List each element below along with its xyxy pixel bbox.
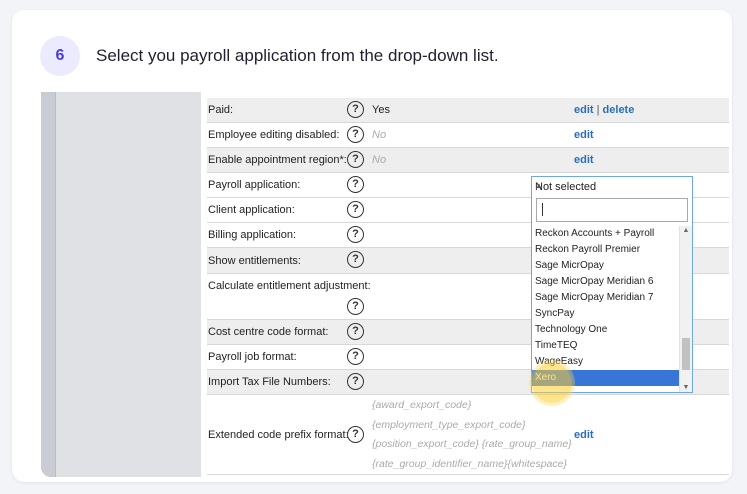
dropdown-option[interactable]: Sage MicrOpay Meridian 7 <box>532 290 679 306</box>
question-circle-icon[interactable]: ? <box>347 151 364 168</box>
question-circle-icon[interactable]: ? <box>347 373 364 390</box>
row-label: Import Tax File Numbers: <box>208 376 331 388</box>
scrollbar-thumb[interactable] <box>682 338 690 370</box>
app-sidebar <box>41 92 201 477</box>
edit-link[interactable]: edit <box>574 154 594 166</box>
row-label: Client application: <box>208 204 295 216</box>
scroll-up-arrow-icon[interactable]: ▲ <box>680 227 692 234</box>
row-label: Enable appointment region*: <box>208 154 347 166</box>
action-separator: | <box>596 104 600 116</box>
click-indicator <box>532 363 572 403</box>
dropdown-option[interactable]: Technology One <box>532 322 679 338</box>
row-label: Cost centre code format: <box>208 326 329 338</box>
prefix-format-item: {rate_group_identifier_name}{whitespace} <box>372 457 567 470</box>
payroll-application-select[interactable]: Not selected ▲ <box>531 176 693 197</box>
question-circle-icon[interactable]: ? <box>347 426 364 443</box>
prefix-format-item: {award_export_code} <box>372 399 472 411</box>
edit-link[interactable]: edit <box>574 129 594 141</box>
dropdown-option[interactable]: Reckon Accounts + Payroll <box>532 226 679 242</box>
caret-up-icon: ▲ <box>535 181 543 190</box>
dropdown-option[interactable]: TimeTEQ <box>532 338 679 354</box>
scroll-down-arrow-icon[interactable]: ▼ <box>680 384 692 391</box>
row-label: Calculate entitlement adjustment: <box>208 280 371 292</box>
question-circle-icon[interactable]: ? <box>347 323 364 340</box>
settings-row-employee-editing: Employee editing disabled: ? No edit <box>207 123 729 148</box>
row-actions: edit <box>574 429 594 441</box>
dropdown-scrollbar[interactable]: ▲ ▼ <box>679 226 692 392</box>
row-label: Employee editing disabled: <box>208 129 340 141</box>
row-label: Show entitlements: <box>208 255 301 267</box>
row-label: Billing application: <box>208 229 297 241</box>
question-circle-icon[interactable]: ? <box>347 176 364 193</box>
prefix-format-list: {award_export_code} {employment_type_exp… <box>372 399 572 477</box>
step-number-badge: 6 <box>40 36 80 76</box>
section-heading-clipped <box>207 92 407 94</box>
row-label: Extended code prefix format: <box>208 429 349 441</box>
row-actions: edit <box>574 129 594 141</box>
step-card: 6 Select you payroll application from th… <box>12 10 732 482</box>
edit-link[interactable]: edit <box>574 429 594 441</box>
dropdown-option[interactable]: Sage MicrOpay <box>532 258 679 274</box>
question-circle-icon[interactable]: ? <box>347 348 364 365</box>
row-value: No <box>372 154 387 166</box>
edit-link[interactable]: edit <box>574 104 594 116</box>
settings-table: Paid: ? Yes edit | delete Employee editi… <box>201 92 729 477</box>
screenshot-panel: Paid: ? Yes edit | delete Employee editi… <box>41 92 729 477</box>
row-label: Payroll application: <box>208 179 301 191</box>
sidebar-rail <box>41 92 56 477</box>
text-caret <box>542 203 543 216</box>
delete-link[interactable]: delete <box>603 104 635 116</box>
settings-row-extended-prefix: Extended code prefix format: ? {award_ex… <box>207 395 729 475</box>
row-label: Payroll job format: <box>208 351 297 363</box>
settings-row-appointment-region: Enable appointment region*: ? No edit <box>207 148 729 173</box>
row-actions: edit | delete <box>574 104 634 116</box>
settings-row-paid: Paid: ? Yes edit | delete <box>207 98 729 123</box>
prefix-format-item: {employment_type_export_code} <box>372 418 526 431</box>
dropdown-search-input[interactable] <box>536 198 688 222</box>
dropdown-option[interactable]: Reckon Payroll Premier <box>532 242 679 258</box>
prefix-format-item: {position_export_code} {rate_group_name} <box>372 438 572 450</box>
row-value: Yes <box>372 104 390 116</box>
row-label: Paid: <box>208 104 234 116</box>
question-circle-icon[interactable]: ? <box>347 298 364 315</box>
question-circle-icon[interactable]: ? <box>347 126 364 143</box>
question-circle-icon[interactable]: ? <box>347 251 364 268</box>
question-circle-icon[interactable]: ? <box>347 201 364 218</box>
row-value: No <box>372 129 387 141</box>
row-actions: edit <box>574 154 594 166</box>
step-instruction: Select you payroll application from the … <box>96 46 499 65</box>
dropdown-option[interactable]: SyncPay <box>532 306 679 322</box>
question-circle-icon[interactable]: ? <box>347 226 364 243</box>
dropdown-option[interactable]: Sage MicrOpay Meridian 6 <box>532 274 679 290</box>
question-circle-icon[interactable]: ? <box>347 101 364 118</box>
